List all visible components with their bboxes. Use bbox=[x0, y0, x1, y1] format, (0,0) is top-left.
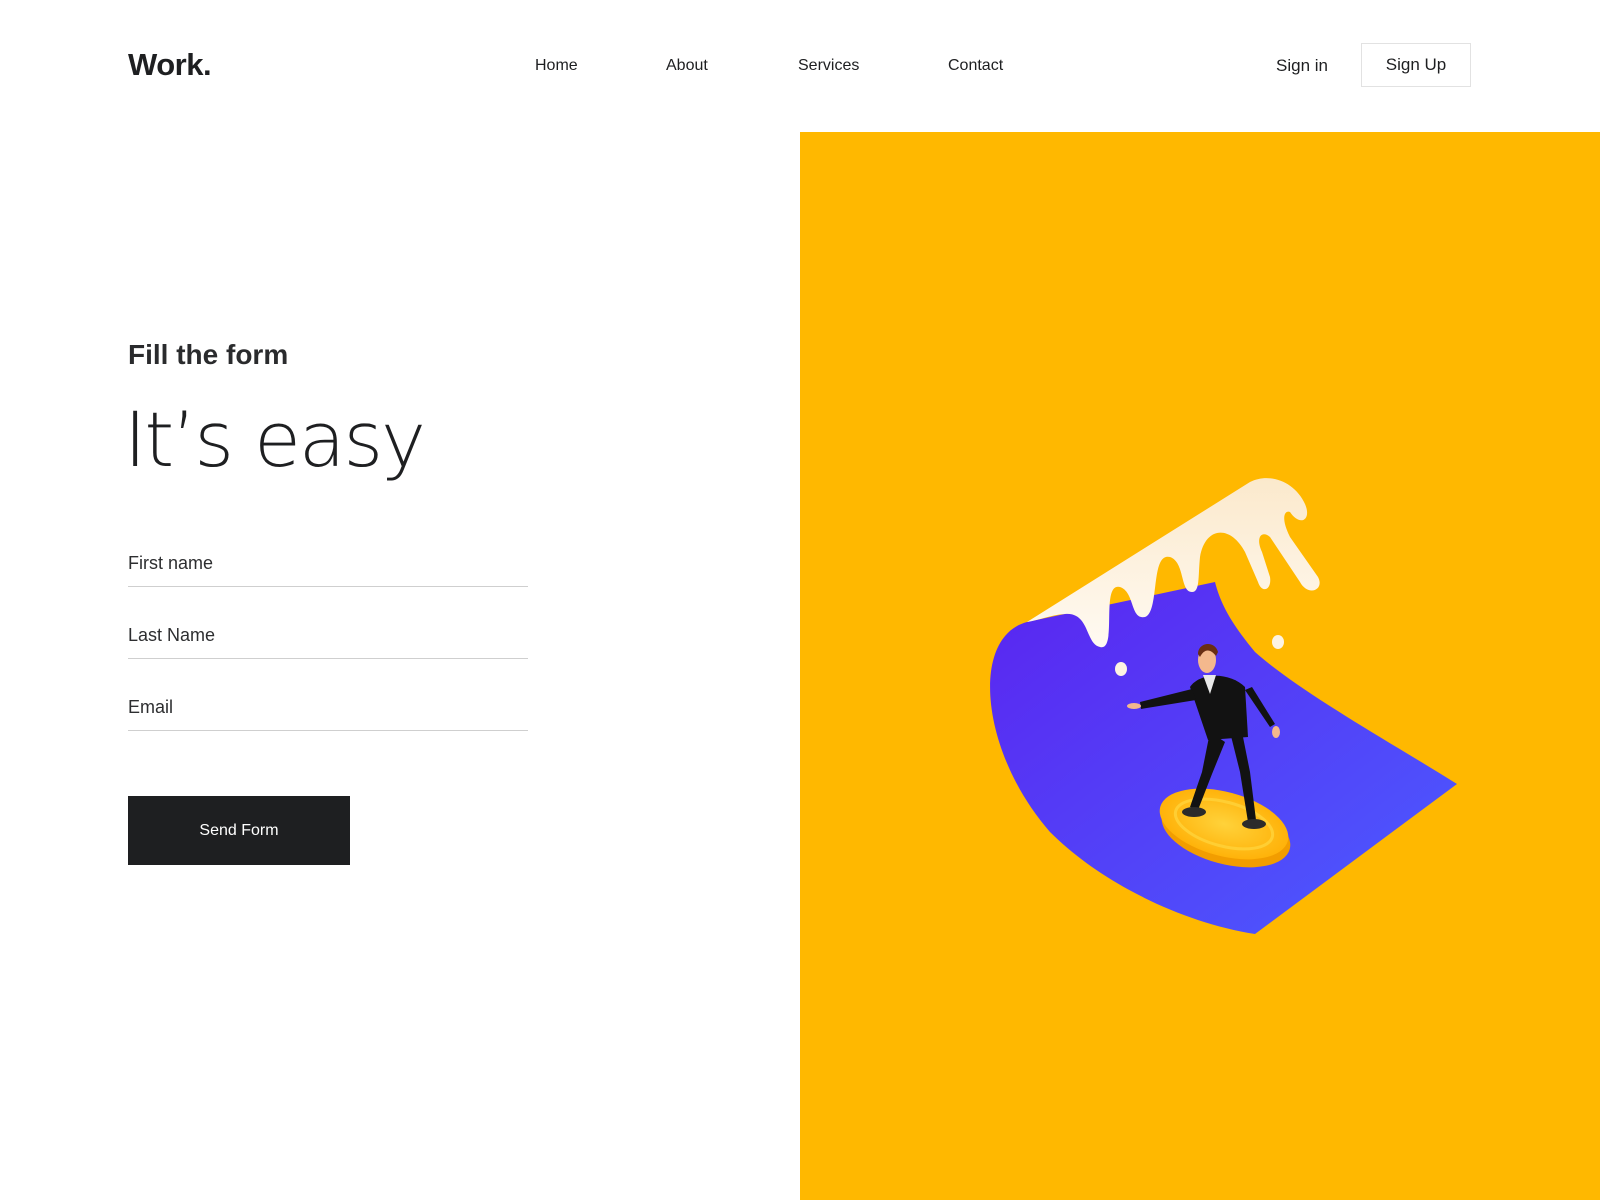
landing-page: Work. Home About Services Contact Sign i… bbox=[0, 0, 1600, 1200]
page-title: It’s easy bbox=[124, 395, 426, 484]
sign-in-link[interactable]: Sign in bbox=[1276, 56, 1328, 76]
form-eyebrow: Fill the form bbox=[128, 339, 289, 370]
nav-about-link[interactable]: About bbox=[666, 56, 708, 76]
logo[interactable]: Work. bbox=[128, 47, 212, 83]
surfer-illustration bbox=[990, 478, 1457, 934]
email-field[interactable] bbox=[128, 695, 528, 731]
first-name-field[interactable] bbox=[128, 551, 528, 587]
send-form-button[interactable]: Send Form bbox=[128, 796, 350, 865]
nav-services-link[interactable]: Services bbox=[798, 56, 859, 76]
sign-up-button[interactable]: Sign Up bbox=[1361, 43, 1471, 87]
nav-contact-link[interactable]: Contact bbox=[948, 56, 1003, 76]
hero-illustration-panel bbox=[800, 132, 1600, 1200]
nav-home-link[interactable]: Home bbox=[535, 56, 578, 76]
last-name-field[interactable] bbox=[128, 623, 528, 659]
